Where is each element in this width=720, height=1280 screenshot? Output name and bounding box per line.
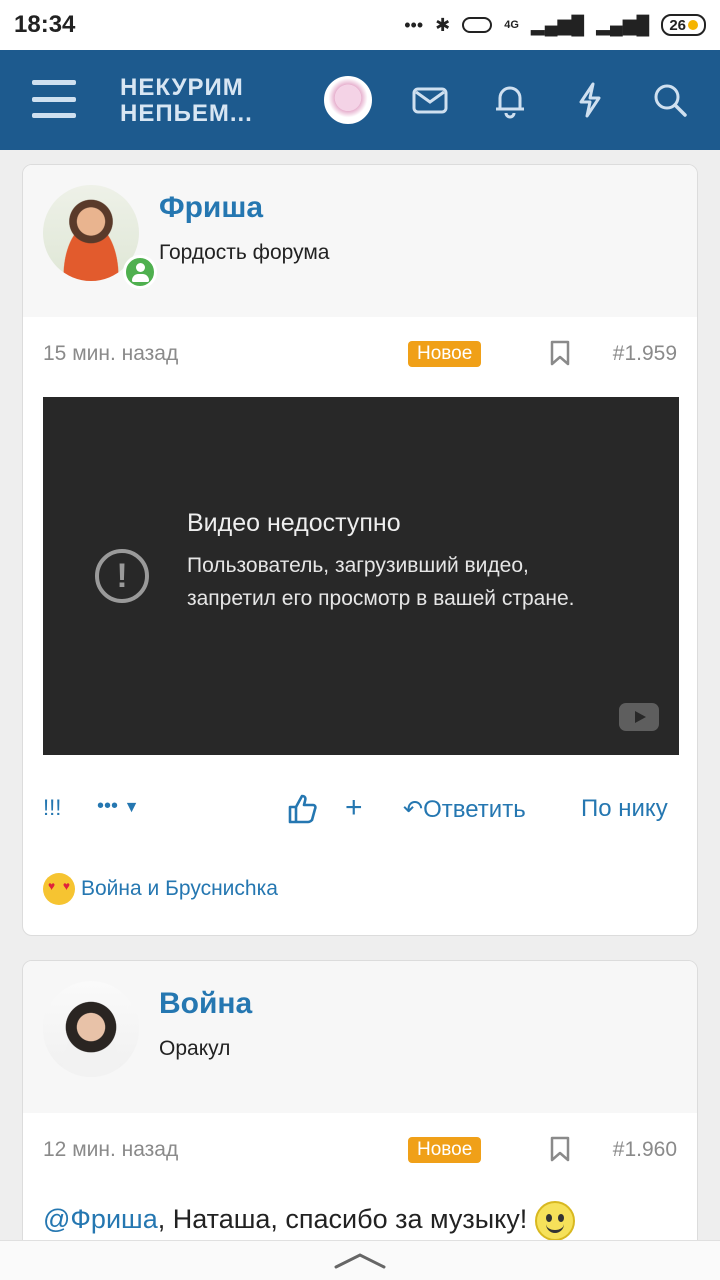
- status-bar: 18:34 ••• ✱ 4G ▂▄▆█ ▂▄▆█ 26: [0, 0, 720, 50]
- by-nick-button[interactable]: По нику: [581, 795, 668, 823]
- logo-line-1: НЕКУРИМ: [120, 74, 244, 101]
- reactions-bar[interactable]: Война и Брусниchка: [43, 873, 278, 905]
- new-badge: Новое: [408, 341, 482, 367]
- post-text: , Наташа, спасибо за музыку!: [157, 1204, 528, 1235]
- heart-eyes-icon: [43, 873, 75, 905]
- reply-button[interactable]: ↶Ответить: [403, 795, 526, 824]
- bottom-bar[interactable]: [0, 1240, 720, 1280]
- video-embed[interactable]: ! Видео недоступно Пользователь, загрузи…: [43, 397, 679, 755]
- logo-line-2: НЕПЬЕМ...: [120, 100, 253, 127]
- battery-icon: 26: [661, 14, 706, 36]
- post-time[interactable]: 15 мин. назад: [43, 342, 178, 366]
- post-user-bar: Война Оракул: [23, 961, 697, 1113]
- app-header: НЕКУРИМ НЕПЬЕМ...: [0, 50, 720, 150]
- author-title: Гордость форума: [159, 241, 330, 264]
- online-status-icon: [123, 255, 157, 289]
- chevron-down-icon: ▼: [123, 799, 140, 816]
- post-actions: !!! ••• ▼ + ↶Ответить По нику: [43, 791, 677, 829]
- chevron-up-icon[interactable]: [334, 1251, 386, 1271]
- bookmark-icon[interactable]: [549, 339, 571, 367]
- like-icon[interactable]: [287, 793, 317, 825]
- signal-icon: ▂▄▆█: [530, 14, 585, 35]
- menu-icon[interactable]: [32, 80, 76, 118]
- post-card: Фриша Гордость форума 15 мин. назад Ново…: [22, 164, 698, 936]
- post-meta: 15 мин. назад Новое #1.959: [43, 339, 677, 369]
- post-meta: 12 мин. назад Новое #1.960: [43, 1135, 677, 1165]
- post-number[interactable]: #1.960: [613, 1138, 677, 1162]
- video-error-title: Видео недоступно: [187, 509, 401, 537]
- battery-level: 26: [669, 16, 686, 34]
- report-button[interactable]: !!!: [43, 795, 61, 821]
- plus-button[interactable]: +: [345, 791, 363, 825]
- reply-label: Ответить: [423, 796, 526, 823]
- signal-icon-2: ▂▄▆█: [596, 14, 650, 35]
- mention-link[interactable]: @Фриша: [43, 1204, 158, 1234]
- post-card: Война Оракул 12 мин. назад Новое #1.960 …: [22, 960, 698, 1280]
- author-name[interactable]: Война: [159, 987, 252, 1021]
- post-number[interactable]: #1.959: [613, 342, 677, 366]
- new-badge: Новое: [408, 1137, 482, 1163]
- video-error-message: Пользователь, загрузивший видео, запрети…: [187, 554, 575, 610]
- youtube-icon[interactable]: [619, 703, 659, 731]
- site-logo[interactable]: НЕКУРИМ НЕПЬЕМ...: [120, 75, 253, 127]
- bookmark-icon[interactable]: [549, 1135, 571, 1163]
- author-avatar[interactable]: [43, 981, 139, 1077]
- author-title: Оракул: [159, 1037, 231, 1060]
- smile-icon: [534, 1201, 575, 1241]
- post-user-bar: Фриша Гордость форума: [23, 165, 697, 317]
- bell-icon[interactable]: [490, 80, 530, 120]
- reply-icon: ↶: [403, 796, 424, 823]
- more-dots: •••: [97, 795, 119, 817]
- notification-dots: •••: [404, 14, 424, 35]
- more-button[interactable]: ••• ▼: [97, 795, 139, 818]
- warning-icon: !: [95, 549, 149, 603]
- vibrate-icon: [462, 17, 493, 33]
- bluetooth-icon: ✱: [435, 14, 451, 35]
- user-avatar[interactable]: [324, 76, 372, 124]
- network-label: 4G: [504, 19, 519, 31]
- author-name[interactable]: Фриша: [159, 191, 263, 225]
- mail-icon[interactable]: [410, 80, 450, 120]
- post-time[interactable]: 12 мин. назад: [43, 1138, 178, 1162]
- status-time: 18:34: [14, 11, 76, 38]
- search-icon[interactable]: [650, 80, 690, 120]
- post-body: @Фриша, Наташа, спасибо за музыку!: [43, 1201, 575, 1241]
- lightning-icon[interactable]: [570, 80, 610, 120]
- reaction-users[interactable]: Война и Брусниchка: [81, 877, 278, 901]
